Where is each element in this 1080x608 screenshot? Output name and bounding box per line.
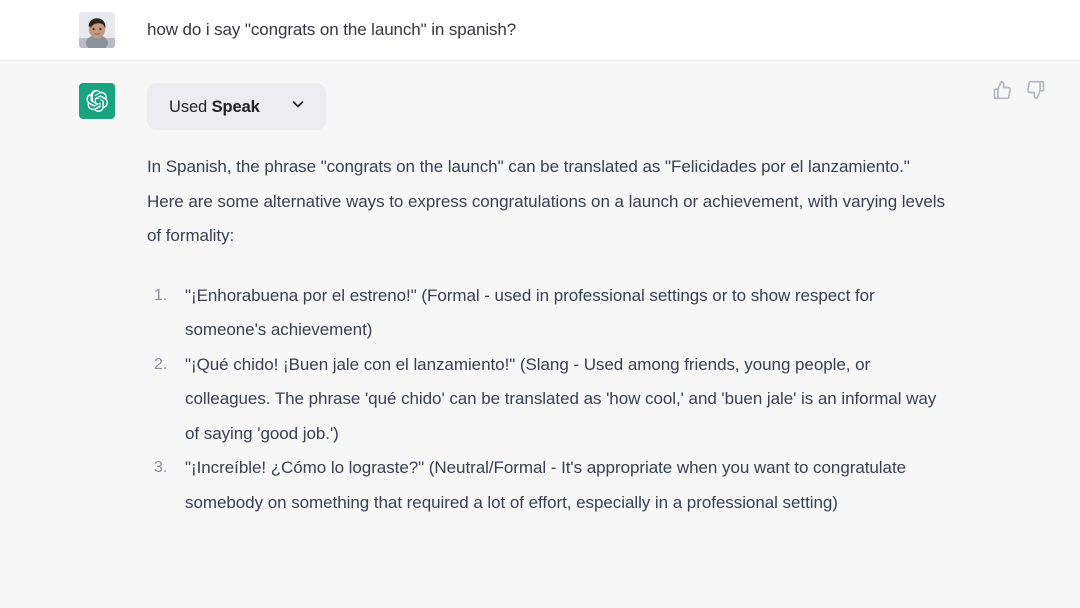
chat-conversation: how do i say "congrats on the launch" in… — [0, 0, 1080, 608]
plugin-chip-name: Speak — [211, 97, 260, 116]
openai-logo-icon — [79, 83, 115, 119]
chevron-down-icon[interactable] — [290, 96, 306, 117]
user-message-content: how do i say "congrats on the launch" in… — [147, 12, 1080, 48]
answer-ordered-list: "¡Enhorabuena por el estreno!" (Formal -… — [147, 279, 950, 521]
thumbs-up-icon[interactable] — [992, 80, 1012, 100]
plugin-used-chip[interactable]: Used Speak — [147, 83, 326, 130]
assistant-answer-body: In Spanish, the phrase "congrats on the … — [147, 150, 950, 520]
assistant-message-content: Used Speak In Spanish, the phrase "congr… — [147, 83, 1080, 592]
answer-intro-paragraph: In Spanish, the phrase "congrats on the … — [147, 157, 945, 245]
plugin-chip-prefix: Used — [169, 97, 208, 116]
user-avatar-column — [79, 12, 119, 48]
list-item: "¡Enhorabuena por el estreno!" (Formal -… — [154, 279, 875, 340]
assistant-avatar-column — [79, 83, 119, 592]
user-photo-avatar — [79, 12, 115, 48]
user-message-row: how do i say "congrats on the launch" in… — [0, 0, 1080, 61]
assistant-message-row: Used Speak In Spanish, the phrase "congr… — [0, 61, 1080, 608]
list-item: "¡Qué chido! ¡Buen jale con el lanzamien… — [154, 348, 937, 443]
plugin-chip-label: Used Speak — [169, 97, 260, 117]
thumbs-down-icon[interactable] — [1026, 80, 1046, 100]
message-feedback-controls — [992, 80, 1046, 100]
list-item: "¡Increíble! ¿Cómo lo lograste?" (Neutra… — [154, 451, 907, 512]
user-message-text: how do i say "congrats on the launch" in… — [147, 20, 517, 39]
